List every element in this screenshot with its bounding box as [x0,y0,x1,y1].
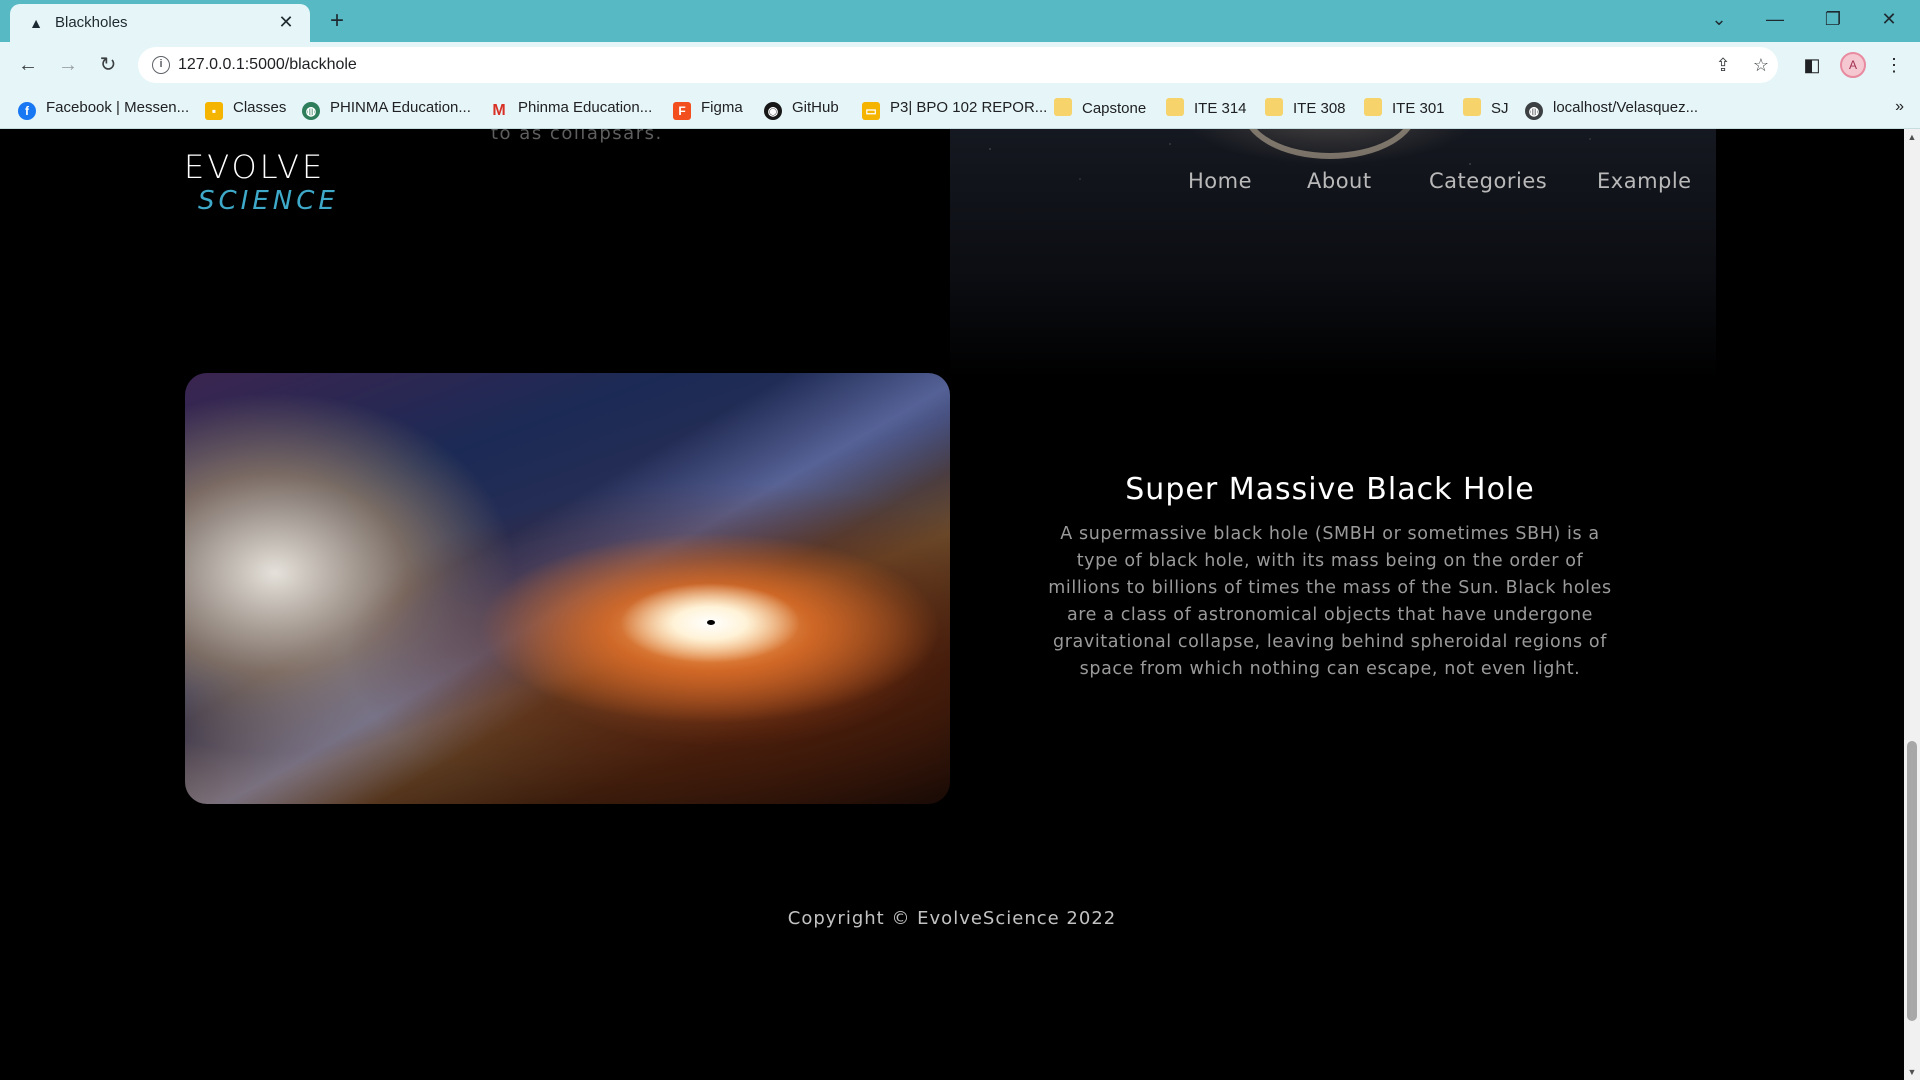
bookmark-p3-bpo[interactable]: ▭ P3| BPO 102 REPOR... [862,98,1047,120]
folder-icon [1166,98,1184,116]
browser-toolbar: ← → ↻ i 127.0.0.1:5000/blackhole ⇪ ☆ ◧ A… [0,42,1920,88]
url-text[interactable]: 127.0.0.1:5000/blackhole [178,56,357,74]
back-button[interactable]: ← [14,51,42,79]
scroll-up-arrow[interactable]: ▲ [1904,129,1920,145]
nav-about[interactable]: About [1307,169,1372,193]
restore-button[interactable]: ❐ [1810,4,1856,34]
address-bar[interactable]: i 127.0.0.1:5000/blackhole ⇪ ☆ [138,47,1778,83]
reload-button[interactable]: ↻ [94,51,122,79]
hero-background-image [950,129,1716,379]
bookmark-sj[interactable]: SJ [1463,98,1509,118]
previous-section-text: to as collapsars. [491,129,663,144]
page-scrollbar[interactable]: ▲ ▼ [1904,129,1920,1080]
menu-icon[interactable]: ⋮ [1882,53,1906,77]
black-hole-core [707,620,715,625]
folder-icon [1364,98,1382,116]
bookmark-localhost[interactable]: ◍ localhost/Velasquez... [1525,98,1698,120]
profile-avatar[interactable]: A [1840,52,1866,78]
share-icon[interactable]: ⇪ [1712,54,1734,76]
section-description: A supermassive black hole (SMBH or somet… [1048,524,1612,679]
bookmark-figma[interactable]: F Figma [673,98,743,120]
side-panel-icon[interactable]: ◧ [1800,53,1824,77]
facebook-icon: f [18,102,36,120]
bookmark-star-icon[interactable]: ☆ [1750,54,1772,76]
logo-text-bottom: SCIENCE [198,186,339,216]
folder-icon [1463,98,1481,116]
bookmark-capstone[interactable]: Capstone [1054,98,1146,118]
bookmark-phinma-1[interactable]: ◍ PHINMA Education... [302,98,471,120]
page-viewport: to as collapsars. EVOLVE SCIENCE Home Ab… [0,129,1904,1080]
globe-icon: ◍ [1525,102,1543,120]
bookmark-github[interactable]: ◉ GitHub [764,98,839,120]
globe-icon: ◍ [302,102,320,120]
nav-home[interactable]: Home [1188,169,1252,193]
rocket-icon: ▲ [29,15,43,31]
folder-icon [1265,98,1283,116]
footer-copyright: Copyright © EvolveScience 2022 [787,908,1117,929]
tab-search-icon[interactable]: ⌄ [1696,4,1742,34]
minimize-button[interactable]: — [1752,4,1798,34]
scroll-down-arrow[interactable]: ▼ [1904,1064,1920,1080]
figma-icon: F [673,102,691,120]
bookmark-ite-314[interactable]: ITE 314 [1166,98,1247,118]
bookmarks-overflow-button[interactable]: » [1895,98,1904,116]
scroll-thumb[interactable] [1907,741,1917,1021]
folder-icon [1054,98,1072,116]
bookmarks-bar: f Facebook | Messen... ▪ Classes ◍ PHINMA E… [0,88,1920,129]
bookmark-ite-308[interactable]: ITE 308 [1265,98,1346,118]
classroom-icon: ▪ [205,102,223,120]
new-tab-button[interactable]: + [324,8,350,34]
bookmark-ite-301[interactable]: ITE 301 [1364,98,1445,118]
github-icon: ◉ [764,102,782,120]
section-title: Super Massive Black Hole [1125,472,1535,507]
tab-blackholes[interactable]: ▲ Blackholes ✕ [10,4,310,42]
nav-categories[interactable]: Categories [1429,169,1547,193]
supermassive-black-hole-image [185,373,950,804]
bookmark-facebook[interactable]: f Facebook | Messen... [18,98,189,120]
slides-icon: ▭ [862,102,880,120]
tab-title: Blackholes [55,14,128,31]
bookmark-phinma-2[interactable]: M Phinma Education... [490,98,652,119]
gmail-icon: M [492,102,506,119]
close-icon[interactable]: ✕ [276,12,296,32]
logo-text-top: EVOLVE [184,148,326,186]
site-logo[interactable]: EVOLVE SCIENCE [184,148,335,218]
forward-button[interactable]: → [54,51,82,79]
tab-strip: ▲ Blackholes ✕ + ⌄ — ❐ ✕ [0,0,1920,42]
bookmark-classes[interactable]: ▪ Classes [205,98,286,120]
info-icon[interactable]: i [152,56,170,74]
nav-example[interactable]: Example [1597,169,1692,193]
window-close-button[interactable]: ✕ [1866,4,1912,34]
